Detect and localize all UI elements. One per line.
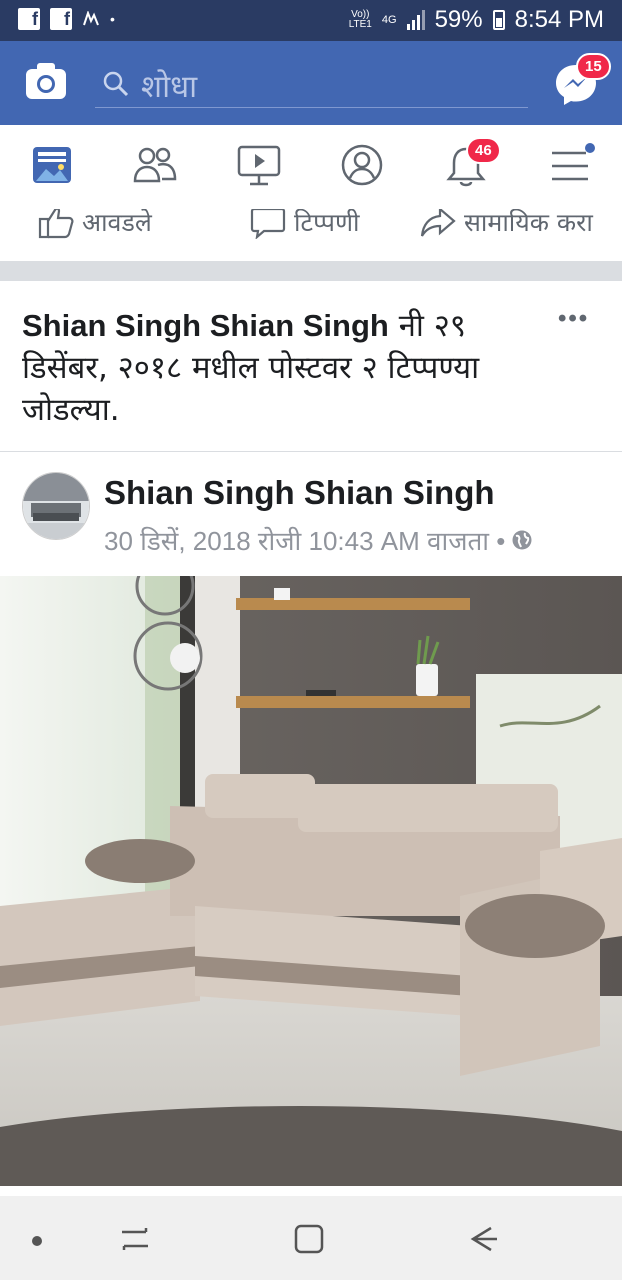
status-indicators: Vo)) LTE1 4G 59% 8:54 PM	[349, 6, 604, 34]
messenger-badge: 15	[576, 53, 611, 80]
search-placeholder: शोधा	[141, 69, 198, 105]
activity-story: Shian Singh Shian Singh नी २९ डिसेंबर, २…	[0, 281, 622, 452]
tab-watch[interactable]	[236, 143, 284, 191]
friends-icon	[133, 147, 177, 183]
watch-video-icon	[237, 145, 281, 186]
share-arrow-icon	[420, 209, 456, 237]
status-notifications: f f •	[18, 8, 115, 30]
main-nav: 46	[0, 125, 622, 210]
search-input[interactable]: शोधा	[95, 59, 528, 108]
post-card: Shian Singh Shian Singh 30 डिसें, 2018 र…	[0, 452, 622, 1196]
system-navigation-bar	[0, 1196, 622, 1280]
post-meta: 30 डिसें, 2018 रोजी 10:43 AM वाजता •	[104, 522, 533, 558]
notifications-badge: 46	[466, 137, 501, 164]
search-icon	[103, 71, 129, 97]
like-label: आवडले	[82, 209, 152, 237]
image-notification-icon	[83, 11, 99, 26]
comment-label: टिप्पणी	[294, 209, 360, 237]
news-feed-icon	[33, 147, 71, 183]
home-icon[interactable]	[292, 1222, 326, 1256]
post-timestamp[interactable]: 30 डिसें, 2018 रोजी 10:43 AM वाजता •	[104, 522, 505, 558]
globe-icon	[512, 530, 532, 550]
tab-notifications[interactable]: 46	[444, 137, 501, 191]
profile-icon	[341, 144, 383, 186]
tab-friends[interactable]	[132, 143, 180, 191]
network-type: 4G	[381, 14, 397, 26]
status-bar: f f • Vo)) LTE1 4G 59% 8:54 PM	[0, 0, 622, 41]
messenger-button[interactable]: 15	[554, 53, 611, 107]
more-notifications-dot: •	[110, 11, 115, 27]
battery-percent: 59%	[434, 6, 483, 33]
thumbs-up-icon	[38, 209, 74, 239]
menu-icon	[552, 143, 595, 181]
lte-label: LTE1	[348, 19, 372, 30]
tab-news-feed[interactable]	[30, 143, 78, 191]
feed-divider	[0, 261, 622, 281]
post-image[interactable]	[0, 576, 622, 1186]
post-author[interactable]: Shian Singh Shian Singh	[104, 474, 495, 512]
back-icon[interactable]	[465, 1222, 499, 1256]
previous-post-actions: आवडले टिप्पणी सामायिक करा	[0, 209, 622, 261]
tab-menu[interactable]	[548, 143, 596, 191]
clock: 8:54 PM	[514, 6, 604, 33]
avatar[interactable]	[22, 472, 90, 540]
like-button[interactable]: आवडले	[38, 209, 152, 239]
share-label: सामायिक करा	[464, 209, 593, 237]
activity-actor-link[interactable]: Shian Singh Shian Singh	[22, 308, 389, 343]
volte-indicator: Vo)) LTE1	[349, 10, 372, 30]
facebook-notification-icon: f	[50, 8, 72, 30]
dot-icon[interactable]	[30, 1234, 44, 1248]
activity-text: Shian Singh Shian Singh नी २९ डिसेंबर, २…	[22, 305, 542, 431]
tab-profile[interactable]	[340, 143, 388, 191]
battery-icon	[492, 10, 505, 30]
recent-apps-icon[interactable]	[118, 1224, 152, 1254]
comment-button[interactable]: टिप्पणी	[250, 209, 360, 239]
share-button[interactable]: सामायिक करा	[420, 209, 593, 239]
signal-icon	[406, 10, 425, 30]
camera-icon[interactable]	[24, 61, 68, 101]
comment-icon	[250, 209, 286, 239]
sofa-photo	[0, 576, 622, 1186]
more-options-icon[interactable]: •••	[558, 305, 589, 333]
facebook-notification-icon: f	[18, 8, 40, 30]
avatar-image	[23, 473, 89, 539]
top-bar: शोधा 15	[0, 41, 622, 125]
